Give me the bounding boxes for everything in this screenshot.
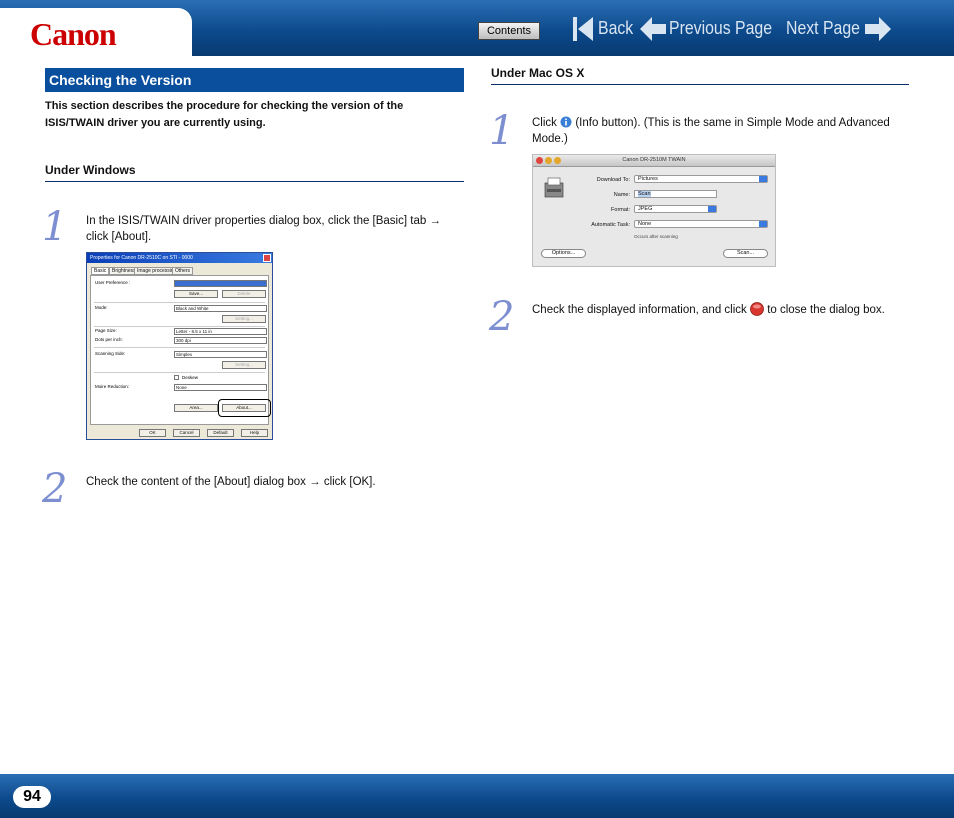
download-select[interactable]: Pictures <box>634 175 768 183</box>
page-size-label: Page Size: <box>95 328 117 333</box>
step-number: 1 <box>42 204 68 250</box>
deskew-label: Deskew <box>182 375 199 380</box>
step-text-pre: Check the displayed information, and cli… <box>532 304 747 316</box>
tab-basic[interactable]: Basic <box>91 267 110 275</box>
mode-label: Mode: <box>95 305 108 310</box>
scanning-side-select[interactable]: Simplex <box>174 351 267 358</box>
next-arrow-icon[interactable] <box>864 15 892 43</box>
task-note: Occurs after scanning <box>634 234 678 239</box>
dpi-select[interactable]: 300 dpi <box>174 337 267 344</box>
step-number: 2 <box>42 466 68 512</box>
format-label: Format: <box>611 207 630 213</box>
help-button[interactable]: Help <box>241 429 268 437</box>
step-text: Check the content of the [About] dialog … <box>86 476 376 488</box>
step-text: Check the displayed information, and cli… <box>532 302 902 318</box>
separator <box>94 372 265 373</box>
separator <box>94 302 265 303</box>
area-button[interactable]: Area... <box>174 404 218 412</box>
back-icon[interactable] <box>572 15 594 43</box>
cancel-button[interactable]: Cancel <box>173 429 200 437</box>
task-value: None <box>638 221 652 227</box>
options-button[interactable]: Options... <box>541 249 586 258</box>
name-label: Name: <box>613 192 630 198</box>
close-icon[interactable] <box>263 254 271 262</box>
step-text-pre: Click <box>532 117 557 129</box>
popup-arrow-icon <box>759 221 767 227</box>
moire-label: Moire Reduction: <box>95 384 130 389</box>
popup-arrow-icon <box>759 176 767 182</box>
name-value: Scan <box>638 191 651 197</box>
previous-page-button[interactable]: Previous Page <box>669 18 772 39</box>
about-highlight <box>218 399 271 417</box>
subhead-mac: Under Mac OS X <box>491 66 585 80</box>
task-label: Automatic Task: <box>591 222 630 228</box>
intro-paragraph: This section describes the procedure for… <box>45 100 404 129</box>
dpi-label: Dots per inch: <box>95 337 123 342</box>
subhead-windows: Under Windows <box>45 163 136 177</box>
dialog-title: Properties for Canon DR-2510C on STI - 0… <box>90 255 193 261</box>
format-select[interactable]: JPEG <box>634 205 717 213</box>
back-button[interactable]: Back <box>598 18 633 39</box>
popup-arrow-icon <box>708 206 716 212</box>
side-setting-button[interactable]: Setting... <box>222 361 266 369</box>
contents-button[interactable]: Contents <box>478 22 540 40</box>
mac-dialog-title: Canon DR-2510M TWAIN <box>622 157 686 163</box>
windows-properties-dialog: Properties for Canon DR-2510C on STI - 0… <box>86 252 273 440</box>
format-value: JPEG <box>638 206 653 212</box>
footer-bar <box>0 774 954 818</box>
info-icon <box>560 116 572 128</box>
dialog-titlebar: Properties for Canon DR-2510C on STI - 0… <box>87 253 272 263</box>
page-size-select[interactable]: Letter - 8.5 x 11 in <box>174 328 267 335</box>
save-button[interactable]: Save... <box>174 290 218 298</box>
download-label: Download To: <box>596 177 630 183</box>
page-number: 94 <box>13 786 51 808</box>
download-value: Pictures <box>638 176 658 182</box>
ok-button[interactable]: OK <box>139 429 166 437</box>
separator <box>94 347 265 348</box>
mode-select[interactable]: Black and White <box>174 305 267 312</box>
step-text-post: (Info button). (This is the same in Simp… <box>532 117 890 145</box>
basic-panel: User Preference : Save... Delete Mode: B… <box>90 275 271 425</box>
name-input[interactable]: Scan <box>634 190 717 198</box>
separator <box>94 326 265 327</box>
user-preference-label: User Preference : <box>95 280 131 285</box>
scan-button[interactable]: Scan... <box>723 249 768 258</box>
default-button[interactable]: Default <box>207 429 234 437</box>
moire-select[interactable]: None <box>174 384 267 391</box>
canon-logo: Canon <box>30 16 117 52</box>
step-number: 2 <box>489 294 515 340</box>
delete-button[interactable]: Delete <box>222 290 266 298</box>
rule-mac <box>491 84 909 85</box>
deskew-checkbox[interactable] <box>174 375 179 380</box>
section-title: Checking the Version <box>45 68 464 92</box>
tab-others[interactable]: Others <box>172 267 194 275</box>
step-number: 1 <box>489 108 515 154</box>
step-text-post: to close the dialog box. <box>767 304 885 316</box>
next-page-button[interactable]: Next Page <box>786 18 860 39</box>
task-select[interactable]: None <box>634 220 768 228</box>
scanning-side-label: Scanning Side: <box>95 351 126 356</box>
previous-arrow-icon[interactable] <box>639 15 667 43</box>
step-text: Click (Info button). (This is the same i… <box>532 115 902 147</box>
mode-setting-button[interactable]: Setting... <box>222 315 266 323</box>
mac-twain-dialog: Canon DR-2510M TWAIN Download To: Pictur… <box>532 154 776 267</box>
rule-windows <box>45 181 464 182</box>
red-close-icon <box>750 302 764 316</box>
section-title-text: Checking the Version <box>49 72 192 88</box>
user-preference-select[interactable] <box>174 280 267 287</box>
step-text: In the ISIS/TWAIN driver properties dial… <box>86 215 441 243</box>
